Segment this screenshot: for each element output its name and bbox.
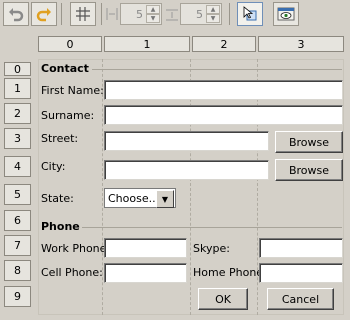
vertical-gap-icon bbox=[166, 9, 178, 21]
column-header-3[interactable]: 3 bbox=[258, 36, 344, 52]
work-phone-label: Work Phone: bbox=[41, 242, 111, 255]
surname-field[interactable] bbox=[104, 105, 343, 125]
row-header-6[interactable]: 6 bbox=[4, 210, 31, 231]
row-header-9[interactable]: 9 bbox=[4, 286, 31, 307]
phone-section-title: Phone bbox=[41, 220, 80, 233]
horizontal-gap-icon bbox=[106, 8, 118, 20]
city-label: City: bbox=[41, 160, 66, 173]
city-browse-button[interactable]: Browse bbox=[275, 159, 343, 181]
show-grid-button[interactable] bbox=[70, 2, 96, 26]
row-header-3[interactable]: 3 bbox=[4, 128, 31, 149]
spinner-down-icon[interactable]: ▼ bbox=[146, 14, 160, 23]
row-header-0[interactable]: 0 bbox=[4, 62, 31, 76]
column-header-1[interactable]: 1 bbox=[104, 36, 190, 52]
row-header-1[interactable]: 1 bbox=[4, 78, 31, 99]
cell-phone-field[interactable] bbox=[104, 263, 187, 283]
selection-cursor-icon bbox=[243, 6, 257, 21]
horizontal-gap-spinner[interactable]: 5 ▲ ▼ bbox=[120, 3, 162, 25]
first-name-field[interactable] bbox=[104, 80, 343, 100]
state-dropdown[interactable]: Choose... ▼ bbox=[104, 188, 176, 208]
row-header-8[interactable]: 8 bbox=[4, 260, 31, 281]
spinner-up-icon[interactable]: ▲ bbox=[206, 5, 220, 14]
spinner-up-icon[interactable]: ▲ bbox=[146, 5, 160, 14]
row-header-7[interactable]: 7 bbox=[4, 235, 31, 256]
surname-label: Surname: bbox=[41, 109, 95, 122]
home-phone-label: Home Phone: bbox=[193, 266, 267, 279]
chevron-down-icon[interactable]: ▼ bbox=[156, 190, 174, 208]
home-phone-field[interactable] bbox=[259, 263, 343, 283]
horizontal-gap-value: 5 bbox=[136, 7, 143, 21]
cell-phone-label: Cell Phone: bbox=[41, 266, 103, 279]
preview-eye-icon bbox=[277, 7, 295, 21]
street-label: Street: bbox=[41, 132, 79, 145]
row-header-2[interactable]: 2 bbox=[4, 103, 31, 124]
ok-button[interactable]: OK bbox=[198, 288, 248, 310]
column-header-2[interactable]: 2 bbox=[192, 36, 256, 52]
row-header-5[interactable]: 5 bbox=[4, 184, 31, 205]
skype-field[interactable] bbox=[259, 238, 343, 258]
toolbar-separator bbox=[101, 3, 102, 25]
toolbar-separator bbox=[229, 3, 230, 25]
state-label: State: bbox=[41, 192, 74, 205]
spinner-down-icon[interactable]: ▼ bbox=[206, 14, 220, 23]
grid-icon bbox=[76, 7, 90, 21]
toolbar: 5 ▲ ▼ 5 ▲ ▼ bbox=[0, 0, 350, 29]
preview-button[interactable] bbox=[273, 2, 299, 26]
vertical-gap-value: 5 bbox=[196, 7, 203, 21]
undo-button[interactable] bbox=[3, 2, 29, 26]
section-separator bbox=[82, 227, 342, 228]
city-field[interactable] bbox=[104, 160, 269, 180]
undo-arrow-icon bbox=[9, 8, 24, 22]
first-name-label: First Name: bbox=[41, 84, 104, 97]
skype-label: Skype: bbox=[193, 242, 230, 255]
vertical-gap-spinner[interactable]: 5 ▲ ▼ bbox=[180, 3, 222, 25]
cancel-button[interactable]: Cancel bbox=[267, 288, 334, 310]
state-selected-value: Choose... bbox=[108, 191, 160, 205]
redo-button[interactable] bbox=[31, 2, 57, 26]
section-separator bbox=[92, 69, 342, 70]
street-browse-button[interactable]: Browse bbox=[275, 131, 343, 153]
street-field[interactable] bbox=[104, 131, 269, 151]
redo-arrow-icon bbox=[36, 8, 51, 22]
work-phone-field[interactable] bbox=[104, 238, 187, 258]
row-header-4[interactable]: 4 bbox=[4, 156, 31, 177]
select-mode-button[interactable] bbox=[237, 2, 263, 26]
contact-section-title: Contact bbox=[41, 62, 89, 75]
toolbar-separator bbox=[61, 3, 62, 25]
column-header-0[interactable]: 0 bbox=[38, 36, 102, 52]
